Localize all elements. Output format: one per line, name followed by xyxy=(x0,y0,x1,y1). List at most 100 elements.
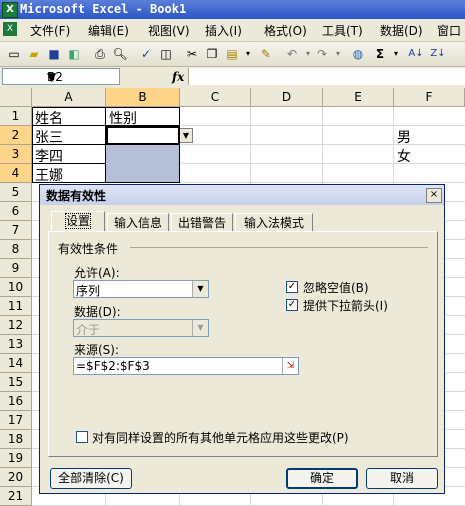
workbook-icon[interactable]: X xyxy=(3,22,17,36)
column-header-c[interactable]: C xyxy=(180,88,251,107)
row-header[interactable]: 1 xyxy=(0,107,32,126)
tab-error-alert[interactable]: 出错警告 xyxy=(171,213,233,231)
row-header[interactable]: 9 xyxy=(0,259,32,278)
undo-icon[interactable]: ↶ xyxy=(284,46,300,62)
apply-all-label: 对有同样设置的所有其他单元格应用这些更改(P) xyxy=(92,431,349,445)
row-header[interactable]: 13 xyxy=(0,335,32,354)
row-header[interactable]: 8 xyxy=(0,240,32,259)
column-header-a[interactable]: A xyxy=(32,88,106,107)
row-header[interactable]: 15 xyxy=(0,373,32,392)
row-header[interactable]: 3 xyxy=(0,145,32,164)
excel-icon: X xyxy=(2,2,18,18)
active-cell-b2[interactable] xyxy=(106,126,180,145)
row-header[interactable]: 10 xyxy=(0,278,32,297)
cell-f3[interactable]: 女 xyxy=(397,146,411,166)
row-header[interactable]: 12 xyxy=(0,316,32,335)
cell-a1[interactable]: 姓名 xyxy=(35,108,63,128)
insert-function-icon[interactable]: fx xyxy=(172,70,184,84)
row-header[interactable]: 6 xyxy=(0,202,32,221)
cancel-button[interactable]: 取消 xyxy=(366,468,438,489)
spelling-icon[interactable]: ✓ xyxy=(138,46,154,62)
menu-insert[interactable]: 插入(I) xyxy=(205,22,242,39)
sort-descending-icon[interactable]: Z↓ xyxy=(430,46,446,62)
cut-icon[interactable]: ✂ xyxy=(184,46,200,62)
autosum-icon[interactable]: Σ xyxy=(372,46,388,62)
permission-icon[interactable]: ◧ xyxy=(66,46,82,62)
tab-input-message[interactable]: 输入信息 xyxy=(107,213,169,231)
group-divider xyxy=(130,247,428,248)
data-value: 介于 xyxy=(76,323,101,337)
format-painter-icon[interactable]: ✎ xyxy=(258,46,274,62)
autosum-dropdown-icon[interactable]: ▾ xyxy=(388,46,404,62)
row-header[interactable]: 20 xyxy=(0,468,32,487)
column-header-b[interactable]: B xyxy=(106,88,180,107)
row-header[interactable]: 11 xyxy=(0,297,32,316)
tab-settings-label: 设置 xyxy=(64,213,92,229)
cell-f2[interactable]: 男 xyxy=(397,127,411,147)
save-icon[interactable]: ■ xyxy=(46,46,62,62)
column-header-d[interactable]: D xyxy=(251,88,323,107)
menu-format[interactable]: 格式(O) xyxy=(264,22,307,39)
menu-view[interactable]: 视图(V) xyxy=(148,22,190,39)
window-title: Microsoft Excel - Book1 xyxy=(20,2,187,16)
column-header-e[interactable]: E xyxy=(323,88,394,107)
tab-ime-mode[interactable]: 输入法模式 xyxy=(235,213,313,231)
row-header[interactable]: 5 xyxy=(0,183,32,202)
redo-icon[interactable]: ↷ xyxy=(314,46,330,62)
cell-b1[interactable]: 性别 xyxy=(109,108,137,128)
in-cell-dropdown-checkbox[interactable]: ✓ xyxy=(286,299,298,311)
copy-icon[interactable]: ❐ xyxy=(204,46,220,62)
cell-a2[interactable]: 张三 xyxy=(35,127,63,147)
chevron-down-icon: ▼ xyxy=(192,320,208,336)
clear-all-button[interactable]: 全部清除(C) xyxy=(50,468,132,489)
name-box-dropdown-icon[interactable]: ▼ xyxy=(47,70,56,84)
cell-dropdown-arrow-icon[interactable]: ▼ xyxy=(179,128,193,143)
cell-a4[interactable]: 王娜 xyxy=(35,165,63,185)
apply-all-checkbox[interactable] xyxy=(76,431,88,443)
menu-tools[interactable]: 工具(T) xyxy=(322,22,363,39)
row-header[interactable]: 19 xyxy=(0,449,32,468)
ignore-blank-checkbox[interactable]: ✓ xyxy=(286,281,298,293)
row-header[interactable]: 4 xyxy=(0,164,32,183)
sort-ascending-icon[interactable]: A↓ xyxy=(408,46,424,62)
new-icon[interactable]: ▭ xyxy=(6,46,22,62)
dialog-title: 数据有效性 xyxy=(46,189,107,203)
menu-window[interactable]: 窗口 xyxy=(437,22,461,39)
collapse-dialog-icon[interactable]: ⇲ xyxy=(282,358,298,374)
close-icon[interactable]: × xyxy=(426,188,442,203)
table-divider xyxy=(105,107,106,183)
row-header[interactable]: 16 xyxy=(0,392,32,411)
source-input[interactable]: =$F$2:$F$3 ⇲ xyxy=(73,357,299,375)
menu-data[interactable]: 数据(D) xyxy=(380,22,423,39)
research-icon[interactable]: ◫ xyxy=(158,46,174,62)
in-cell-dropdown-label: 提供下拉箭头(I) xyxy=(303,299,388,313)
chevron-down-icon[interactable]: ▼ xyxy=(192,281,208,297)
tab-settings[interactable]: 设置 xyxy=(51,211,105,231)
name-box[interactable]: B2 ▼ xyxy=(2,68,120,85)
validation-criteria-label: 有效性条件 xyxy=(58,242,119,256)
column-header-f[interactable]: F xyxy=(394,88,465,107)
row-header[interactable]: 7 xyxy=(0,221,32,240)
data-validation-dialog: 数据有效性 × 设置 输入信息 出错警告 输入法模式 有效性条件 允许(A): … xyxy=(39,184,445,494)
row-header[interactable]: 17 xyxy=(0,411,32,430)
redo-dropdown-icon[interactable]: ▾ xyxy=(330,46,346,62)
menu-file[interactable]: 文件(F) xyxy=(30,22,70,39)
row-header[interactable]: 18 xyxy=(0,430,32,449)
ok-button[interactable]: 确定 xyxy=(286,468,358,489)
paste-icon[interactable]: ▤ xyxy=(224,46,240,62)
ignore-blank-label: 忽略空值(B) xyxy=(303,281,369,295)
title-bar: X Microsoft Excel - Book1 xyxy=(0,0,465,19)
menu-edit[interactable]: 编辑(E) xyxy=(88,22,129,39)
allow-select[interactable]: 序列 ▼ xyxy=(73,280,209,298)
paste-dropdown-icon[interactable]: ▾ xyxy=(240,46,256,62)
row-header[interactable]: 21 xyxy=(0,487,32,506)
cell-a3[interactable]: 李四 xyxy=(35,146,63,166)
open-icon[interactable]: ▰ xyxy=(26,46,42,62)
row-header[interactable]: 2 xyxy=(0,126,32,145)
print-preview-icon[interactable]: 🔍︎ xyxy=(112,46,128,62)
print-icon[interactable]: ⎙ xyxy=(92,46,108,62)
select-all-corner[interactable] xyxy=(0,88,32,107)
row-header[interactable]: 14 xyxy=(0,354,32,373)
hyperlink-icon[interactable]: ◍ xyxy=(350,46,366,62)
formula-input[interactable] xyxy=(188,68,465,85)
